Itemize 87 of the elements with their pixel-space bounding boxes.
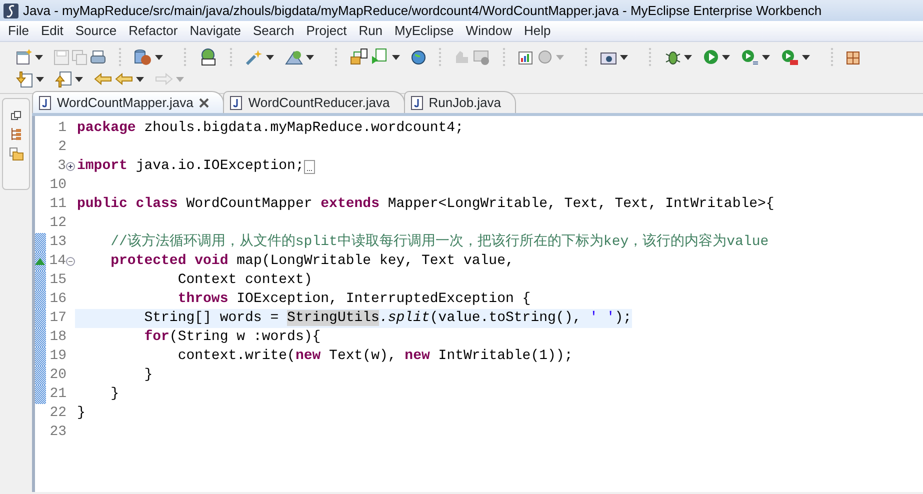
globe-icon[interactable] [411,50,426,64]
menu-item[interactable]: Refactor [122,21,184,41]
menu-item[interactable]: Source [69,21,123,41]
menu-item[interactable]: Navigate [184,21,248,41]
restore-icon[interactable] [11,111,21,121]
menu-item[interactable]: Edit [34,21,70,41]
deploy-icon[interactable] [350,48,368,66]
code-line: for(String w :words){ [143,328,321,347]
previous-annotation-icon[interactable] [55,70,72,88]
code-line: protected void map(LongWritable key, Text value, [110,252,514,271]
caret-icon[interactable] [36,76,44,82]
line-number: 20 [48,366,67,385]
camera-icon[interactable] [600,50,617,64]
caret-icon[interactable] [684,54,692,60]
caret-icon[interactable] [762,54,770,60]
database-icon[interactable] [134,48,152,66]
menu-item[interactable]: Help [518,21,557,41]
new-file-icon[interactable] [16,49,32,65]
line-number: 13 [48,233,67,252]
server-run-icon[interactable] [371,48,389,66]
code-line: public class WordCountMapper extends Mapper<LongWritable, Text, Text, IntWritable>{ [77,195,774,214]
code-line: //该方法循环调用，从文件的split中读取每行调用一次，把该行所在的下标为key，该行的内容为value [110,233,769,252]
code-line: } [110,385,120,404]
code-line: Context context) [176,271,312,290]
editor-tab[interactable]: WordCountReducer.java [223,91,405,113]
editor-tab[interactable]: WordCountMapper.java [32,91,224,113]
line-number: 1 [57,119,67,138]
line-number: 17 [48,309,67,328]
line-number: 3 [56,157,66,176]
run-tools-icon[interactable] [781,48,799,66]
line-number: 15 [48,271,67,290]
wizard-icon[interactable] [285,49,303,65]
caret-icon[interactable] [620,54,628,60]
code-line: import java.io.IOException; [77,157,304,176]
line-number: 21 [48,385,67,404]
java-file-icon[interactable] [410,96,423,110]
menu-item[interactable]: MyEclipse [388,21,460,41]
line-number: 12 [48,214,67,233]
run-history-icon[interactable] [741,48,759,66]
collapse-icon[interactable] [66,257,75,266]
caret-icon[interactable] [722,54,730,60]
editor-tab[interactable]: RunJob.java [404,91,516,113]
line-number: 10 [48,176,67,195]
caret-icon[interactable] [75,76,83,82]
caret-icon[interactable] [392,54,400,60]
line-number: 18 [48,328,67,347]
code-line: String[] words = StringUtils.split(value.toString(), ' '); [143,309,632,328]
chart-icon[interactable] [518,49,534,65]
line-number: 16 [48,290,67,309]
window-title: Java - myMapReduce/src/main/java/zhouls/bigdata/myMapReduce/wordcount4/WordCountMapper.java - MyEclipse Enterprise Workbench [23,2,822,20]
expand-icon[interactable] [66,162,75,171]
code-line: } [143,366,153,385]
code-line: } [77,404,86,423]
folded-code-icon[interactable] [304,160,315,174]
line-number: 2 [57,138,67,157]
menu-item[interactable]: File [2,21,35,41]
caret-icon[interactable] [155,54,163,60]
caret-icon[interactable] [266,54,274,60]
line-number: 11 [48,195,67,214]
play-icon[interactable] [703,49,719,65]
menu-item[interactable]: Run [352,21,389,41]
java-file-icon[interactable] [230,96,242,110]
caret-icon[interactable] [35,54,43,60]
next-annotation-icon[interactable] [16,70,33,88]
code-line: package zhouls.bigdata.myMapReduce.wordcount4; [77,119,464,138]
java-file-icon[interactable] [39,96,51,110]
line-number: 19 [48,347,67,366]
printer-icon[interactable] [90,50,106,64]
caret-icon[interactable] [802,54,810,60]
hierarchy-icon[interactable] [10,127,22,141]
code-line: context.write(new Text(w), new IntWritable(1)); [176,347,573,366]
code-line: throws IOException, InterruptedException { [176,290,531,309]
bug-icon[interactable] [664,49,681,65]
caret-icon[interactable] [306,54,314,60]
last-edit-icon[interactable] [94,72,112,86]
line-number: 14 [48,252,66,271]
menu-item[interactable]: Window [460,21,518,41]
menu-item[interactable]: Project [300,21,353,41]
line-number: 22 [48,404,67,423]
globe-icon[interactable] [199,48,217,66]
close-icon[interactable] [199,98,210,108]
menu-item[interactable]: Search [247,21,300,41]
app-logo-icon [3,2,19,18]
caret-icon[interactable] [136,76,144,82]
line-number: 23 [48,423,67,442]
folder-icon[interactable] [8,147,24,161]
grid-icon[interactable] [846,49,862,65]
